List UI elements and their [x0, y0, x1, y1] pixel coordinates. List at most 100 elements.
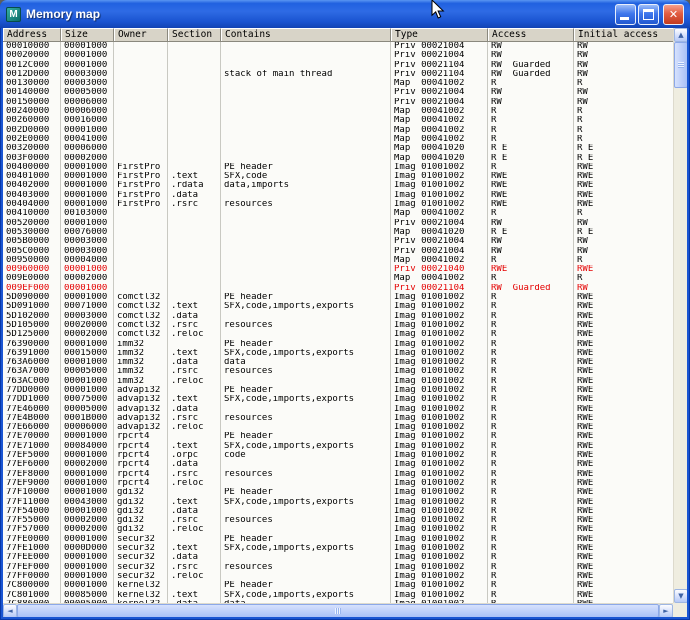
cell-address: 00530000 [3, 228, 61, 237]
table-row[interactable]: 0040300000001000FirstPro.dataImag 010010… [3, 191, 673, 200]
table-row[interactable]: 009E000000002000Map 00041002RR [3, 274, 673, 283]
table-row[interactable]: 0053000000076000Map 00041020R ER E [3, 228, 673, 237]
table-row[interactable]: 77F1100000043000gdi32.textSFX,code,impor… [3, 498, 673, 507]
cell-owner [114, 265, 168, 274]
table-row[interactable]: 0040100000001000FirstPro.textSFX,codeIma… [3, 172, 673, 181]
table-row[interactable]: 77FE10000000D000secur32.textSFX,code,imp… [3, 544, 673, 553]
table-row[interactable]: 5D10500000020000comctl32.rsrcresourcesIm… [3, 321, 673, 330]
minimize-button[interactable] [615, 4, 636, 25]
table-row[interactable]: 5D09000000001000comctl32PE headerImag 01… [3, 293, 673, 302]
table-row[interactable]: 005B000000003000Priv 00021004RWRW [3, 237, 673, 246]
cell-access: R [488, 349, 574, 358]
column-header-size[interactable]: Size [61, 28, 114, 42]
table-row[interactable]: 0041000000103000Map 00041002RR [3, 209, 673, 218]
table-row[interactable]: 77FEF00000001000secur32.rsrcresourcesIma… [3, 563, 673, 572]
cell-access: R [488, 591, 574, 600]
table-row[interactable]: 77F5400000001000gdi32.dataImag 01001002R… [3, 507, 673, 516]
scroll-left-button[interactable]: ◄ [3, 604, 17, 617]
table-row[interactable]: 77DD100000075000advapi32.textSFX,code,im… [3, 395, 673, 404]
table-row[interactable]: 7C80000000001000kernel32PE headerImag 01… [3, 581, 673, 590]
cell-address: 00404000 [3, 200, 61, 209]
table-row[interactable]: 5D10200000003000comctl32.dataImag 010010… [3, 312, 673, 321]
table-row[interactable]: 77E4600000005000advapi32.dataImag 010010… [3, 405, 673, 414]
table-row[interactable]: 77F1000000001000gdi32PE headerImag 01001… [3, 488, 673, 497]
cell-size: 00001000 [61, 200, 114, 209]
table-row[interactable]: 0095000000004000Map 00041002RR [3, 256, 673, 265]
vertical-scrollbar[interactable]: ▲ ▼ [673, 28, 687, 603]
scroll-up-button[interactable]: ▲ [674, 28, 687, 42]
table-row[interactable]: 77F5700000002000gdi32.relocImag 01001002… [3, 525, 673, 534]
table-row[interactable]: 77EF800000001000rpcrt4.rsrcresourcesImag… [3, 470, 673, 479]
horizontal-scrollbar[interactable]: ◄ ► [3, 603, 673, 617]
table-row[interactable]: 0002000000001000Priv 00021004RWRW [3, 51, 673, 60]
scroll-right-button[interactable]: ► [659, 604, 673, 617]
table-row[interactable]: 0014000000005000Priv 00021004RWRW [3, 88, 673, 97]
table-row[interactable]: 0040000000001000FirstProPE headerImag 01… [3, 163, 673, 172]
cell-type: Priv 00021004 [391, 42, 488, 51]
close-button[interactable]: ✕ [663, 4, 684, 25]
column-header-section[interactable]: Section [168, 28, 221, 42]
table-row[interactable]: 0026000000016000Map 00041002RR [3, 116, 673, 125]
table-row[interactable]: 002E000000041000Map 00041002RR [3, 135, 673, 144]
cell-address: 77EF8000 [3, 470, 61, 479]
table-row[interactable]: 7639100000015000imm32.textSFX,code,impor… [3, 349, 673, 358]
cell-owner: imm32 [114, 377, 168, 386]
column-header-initial-access[interactable]: Initial access [574, 28, 673, 42]
table-row[interactable]: 77EF900000001000rpcrt4.relocImag 0100100… [3, 479, 673, 488]
table-row[interactable]: 005C000000003000Priv 00021004RWRW [3, 247, 673, 256]
titlebar[interactable]: M Memory map ✕ [0, 0, 690, 28]
table-row[interactable]: 0024000000006000Map 00041002RR [3, 107, 673, 116]
table-row[interactable]: 763AC00000001000imm32.relocImag 01001002… [3, 377, 673, 386]
cell-address: 00240000 [3, 107, 61, 116]
table-row[interactable]: 003F000000002000Map 00041020R ER E [3, 154, 673, 163]
table-row[interactable]: 7C80100000085000kernel32.textSFX,code,im… [3, 591, 673, 600]
vertical-scroll-thumb[interactable] [674, 42, 687, 88]
cell-contains: PE header [221, 488, 391, 497]
table-row[interactable]: 77EF500000001000rpcrt4.orpccodeImag 0100… [3, 451, 673, 460]
column-header-address[interactable]: Address [3, 28, 61, 42]
cell-section [168, 293, 221, 302]
table-row[interactable]: 5D12500000002000comctl32.relocImag 01001… [3, 330, 673, 339]
table-row[interactable]: 5D09100000071000comctl32.textSFX,code,im… [3, 302, 673, 311]
table-row[interactable]: 77EF600000002000rpcrt4.dataImag 01001002… [3, 460, 673, 469]
column-header-owner[interactable]: Owner [114, 28, 168, 42]
table-row[interactable]: 77E7100000084000rpcrt4.textSFX,code,impo… [3, 442, 673, 451]
cell-size: 00001000 [61, 126, 114, 135]
column-header-type[interactable]: Type [391, 28, 488, 42]
table-row[interactable]: 77E7000000001000rpcrt4PE headerImag 0100… [3, 432, 673, 441]
table-row[interactable]: 0015000000006000Priv 00021004RWRW [3, 98, 673, 107]
table-row[interactable]: 0012D00000003000stack of main threadPriv… [3, 70, 673, 79]
table-row[interactable]: 77DD000000001000advapi32PE headerImag 01… [3, 386, 673, 395]
maximize-button[interactable] [638, 4, 659, 25]
table-row[interactable]: 763A700000005000imm32.rsrcresourcesImag … [3, 367, 673, 376]
table-row[interactable]: 77F5500000002000gdi32.rsrcresourcesImag … [3, 516, 673, 525]
table-row[interactable]: 77FEE00000001000secur32.dataImag 0100100… [3, 553, 673, 562]
table-row[interactable]: 002D000000001000Map 00041002RR [3, 126, 673, 135]
cell-size: 00071000 [61, 302, 114, 311]
column-header-contains[interactable]: Contains [221, 28, 391, 42]
table-row[interactable]: 0040200000001000FirstPro.rdatadata,impor… [3, 181, 673, 190]
table-row[interactable]: 763A600000001000imm32.datadataImag 01001… [3, 358, 673, 367]
table-row[interactable]: 0040400000001000FirstPro.rsrcresourcesIm… [3, 200, 673, 209]
cell-size: 00002000 [61, 460, 114, 469]
table-row[interactable]: 77FF000000001000secur32.relocImag 010010… [3, 572, 673, 581]
table-row[interactable]: 77FE000000001000secur32PE headerImag 010… [3, 535, 673, 544]
horizontal-scroll-thumb[interactable] [17, 604, 659, 617]
cell-size: 00003000 [61, 247, 114, 256]
cell-section: .reloc [168, 377, 221, 386]
column-header-access[interactable]: Access [488, 28, 574, 42]
table-row[interactable]: 77E6600000006000advapi32.relocImag 01001… [3, 423, 673, 432]
table-row[interactable]: 0012C00000001000Priv 00021104RW GuardedR… [3, 61, 673, 70]
table-row[interactable]: 77E4B0000001B000advapi32.rsrcresourcesIm… [3, 414, 673, 423]
table-row[interactable]: 0001000000001000Priv 00021004RWRW [3, 42, 673, 51]
cell-access: R [488, 116, 574, 125]
scroll-down-button[interactable]: ▼ [674, 589, 687, 603]
table-row[interactable]: 7639000000001000imm32PE headerImag 01001… [3, 340, 673, 349]
table-row[interactable]: 0052000000001000Priv 00021004RWRW [3, 219, 673, 228]
table-row[interactable]: 0013000000003000Map 00041002RR [3, 79, 673, 88]
table-row[interactable]: 0032000000006000Map 00041020R ER E [3, 144, 673, 153]
cell-address: 7C800000 [3, 581, 61, 590]
table-row[interactable]: 0096000000001000Priv 00021040RWERWE [3, 265, 673, 274]
table-row[interactable]: 009EF00000001000Priv 00021104RW GuardedR… [3, 284, 673, 293]
cell-section [168, 209, 221, 218]
